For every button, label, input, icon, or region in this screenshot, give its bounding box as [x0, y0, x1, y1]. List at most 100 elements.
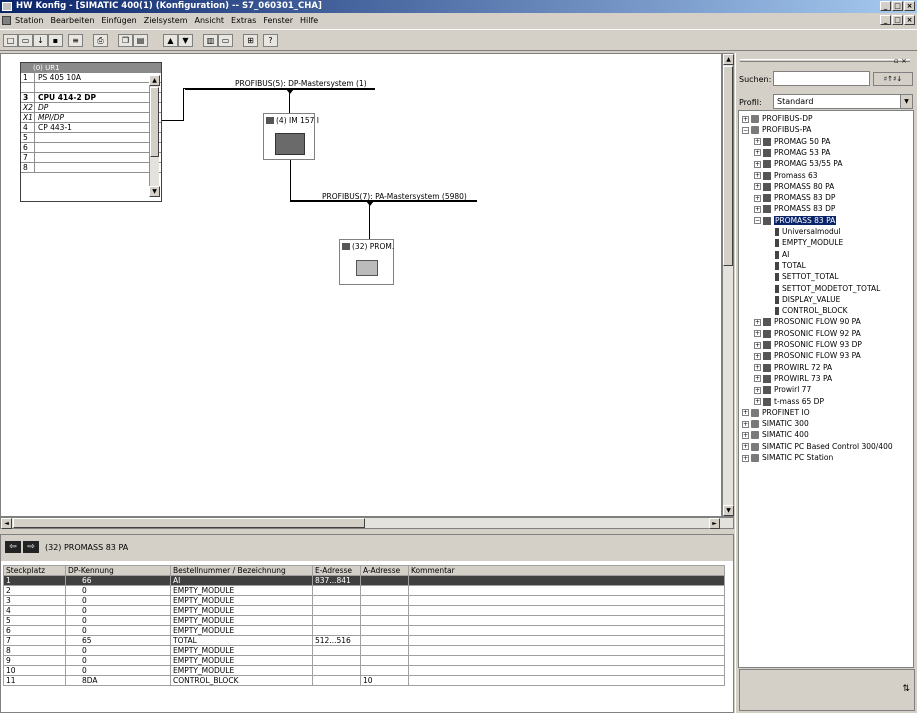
expand-icon[interactable]: +	[742, 431, 749, 439]
expand-icon[interactable]: +	[754, 318, 761, 326]
copy-icon[interactable]: ❐	[118, 34, 133, 47]
expand-icon[interactable]: +	[754, 375, 761, 383]
catalog-tree-item[interactable]: SETTOT_TOTAL	[766, 271, 839, 282]
catalog-tree-item[interactable]: + Promass 63	[754, 170, 818, 181]
search-input[interactable]	[773, 71, 870, 86]
chevron-down-icon[interactable]: ▼	[900, 95, 912, 108]
scroll-up-icon[interactable]: ▲	[723, 54, 734, 65]
catalog-icon[interactable]: ▥	[203, 34, 218, 47]
im-157-device[interactable]: (4) IM 157 I	[263, 113, 319, 160]
canvas-vertical-scrollbar[interactable]: ▲ ▼	[722, 53, 734, 517]
expand-icon[interactable]: +	[754, 149, 761, 157]
expand-icon[interactable]: +	[754, 138, 761, 146]
catalog-tree-item[interactable]: DISPLAY_VALUE	[766, 294, 840, 305]
table-row[interactable]: 6 0 EMPTY_MODULE	[3, 625, 725, 636]
rack-slot-row[interactable]: 6	[21, 143, 161, 153]
dp-bus-line[interactable]	[185, 88, 375, 90]
profile-select[interactable]: Standard ▼	[773, 94, 913, 109]
catalog-tree-item[interactable]: + SIMATIC 300	[742, 418, 809, 429]
expand-icon[interactable]: +	[754, 364, 761, 372]
canvas-hscroll-thumb[interactable]	[13, 518, 365, 528]
menu-item-5[interactable]: Extras	[230, 16, 257, 25]
catalog-window-buttons[interactable]: ▫ ×	[894, 57, 907, 65]
rack-slot-row[interactable]: X1 MPI/DP	[21, 113, 161, 123]
rack-scroll-up-icon[interactable]: ▲	[149, 75, 160, 86]
menu-item-6[interactable]: Fenster	[262, 16, 294, 25]
mdi-close-button[interactable]: ×	[904, 15, 915, 25]
catalog-tree-item[interactable]: + PROMAG 53/55 PA	[754, 158, 842, 169]
table-row[interactable]: 10 0 EMPTY_MODULE	[3, 665, 725, 676]
close-button[interactable]: ×	[904, 1, 915, 11]
menu-item-4[interactable]: Ansicht	[194, 16, 226, 25]
mdi-restore-button[interactable]: □	[892, 15, 903, 25]
canvas-vscroll-thumb[interactable]	[723, 66, 733, 266]
catalog-tree-item[interactable]: + PROMASS 83 DP	[754, 192, 835, 203]
rack-slot-row[interactable]: 1 PS 405 10A	[21, 73, 161, 83]
column-header[interactable]: Steckplatz	[3, 565, 66, 576]
table-row[interactable]: 3 0 EMPTY_MODULE	[3, 595, 725, 606]
catalog-tree[interactable]: + PROFIBUS-DP − PROFIBUS-PA + PROMAG 50 PA + PR…	[738, 110, 914, 668]
catalog-tree-item[interactable]: EMPTY_MODULE	[766, 237, 843, 248]
column-header[interactable]: E-Adresse	[312, 565, 361, 576]
compile-icon[interactable]: ≡	[68, 34, 83, 47]
column-header[interactable]: A-Adresse	[360, 565, 409, 576]
rack-slot-row[interactable]: 4 CP 443-1	[21, 123, 161, 133]
rack-ur1[interactable]: (0) UR1 1 PS 405 10A 3 CPU 414-2 DP X2 DP X1 MP…	[20, 62, 162, 202]
menu-item-7[interactable]: Hilfe	[299, 16, 319, 25]
catalog-tree-item[interactable]: + PROMASS 80 PA	[754, 181, 834, 192]
expand-icon[interactable]: +	[754, 160, 761, 168]
mdi-minimize-button[interactable]: _	[880, 15, 891, 25]
catalog-tree-item[interactable]: + PROFINET IO	[742, 407, 810, 418]
expand-icon[interactable]: +	[754, 386, 761, 394]
info-icon[interactable]: ⇅	[902, 684, 910, 694]
menu-item-3[interactable]: Zielsystem	[143, 16, 189, 25]
rack-scroll-down-icon[interactable]: ▼	[149, 186, 160, 197]
open-icon[interactable]: ▭	[18, 34, 33, 47]
expand-icon[interactable]: +	[754, 172, 761, 179]
expand-icon[interactable]: +	[754, 341, 761, 349]
network-icon[interactable]: ⊞	[243, 34, 258, 47]
expand-icon[interactable]: +	[754, 194, 761, 202]
table-row[interactable]: 1 66 AI 837...841	[3, 575, 725, 586]
table-row[interactable]: 9 0 EMPTY_MODULE	[3, 655, 725, 666]
print-icon[interactable]: ⎙	[93, 34, 108, 47]
rack-slot-row[interactable]: 7	[21, 153, 161, 163]
catalog-tree-item[interactable]: + PROMAG 53 PA	[754, 147, 830, 158]
catalog-tree-item[interactable]: + SIMATIC PC Based Control 300/400	[742, 441, 893, 452]
paste-icon[interactable]: ▤	[133, 34, 148, 47]
expand-icon[interactable]: +	[754, 205, 761, 213]
catalog-tree-item[interactable]: TOTAL	[766, 260, 806, 271]
menu-item-0[interactable]: Station	[14, 16, 44, 25]
help-icon[interactable]: ?	[263, 34, 278, 47]
scroll-left-icon[interactable]: ◄	[1, 518, 12, 529]
catalog-tree-item[interactable]: + PROWIRL 73 PA	[754, 373, 832, 384]
forward-arrow-icon[interactable]: ⇨	[23, 541, 39, 553]
back-arrow-icon[interactable]: ⇦	[5, 541, 21, 553]
rack-slot-row[interactable]: 5	[21, 133, 161, 143]
menu-item-1[interactable]: Bearbeiten	[49, 16, 95, 25]
catalog-tree-item[interactable]: + Prowirl 77	[754, 384, 811, 395]
catalog-tree-item[interactable]: + PROSONIC FLOW 92 PA	[754, 328, 861, 339]
upload-station-icon[interactable]: ▲	[163, 34, 178, 47]
expand-icon[interactable]: +	[754, 183, 761, 191]
search-buttons-icon[interactable]: ♯↑♯↓	[873, 72, 913, 86]
column-header[interactable]: Bestellnummer / Bezeichnung	[170, 565, 313, 576]
catalog-tree-item[interactable]: + PROWIRL 72 PA	[754, 362, 832, 373]
table-row[interactable]: 4 0 EMPTY_MODULE	[3, 605, 725, 616]
table-row[interactable]: 7 65 TOTAL 512...516	[3, 635, 725, 646]
catalog-tree-item[interactable]: − PROMASS 83 PA	[754, 215, 837, 226]
rack-scroll-thumb[interactable]	[150, 87, 159, 157]
download-icon[interactable]: ↓	[33, 34, 48, 47]
minimize-button[interactable]: _	[880, 1, 891, 11]
catalog-tree-item[interactable]: − PROFIBUS-PA	[742, 124, 811, 135]
catalog-tree-item[interactable]: SETTOT_MODETOT_TOTAL	[766, 283, 880, 294]
catalog-tree-item[interactable]: + t-mass 65 DP	[754, 396, 824, 407]
expand-icon[interactable]: +	[742, 454, 749, 462]
expand-icon[interactable]: +	[754, 352, 761, 360]
pa-bus-line[interactable]	[290, 200, 477, 202]
catalog-tree-item[interactable]: Universalmodul	[766, 226, 841, 237]
expand-icon[interactable]: +	[742, 443, 749, 451]
catalog-tree-item[interactable]: AI	[766, 249, 789, 260]
scroll-down-icon[interactable]: ▼	[723, 505, 734, 516]
scroll-right-icon[interactable]: ►	[709, 518, 720, 529]
